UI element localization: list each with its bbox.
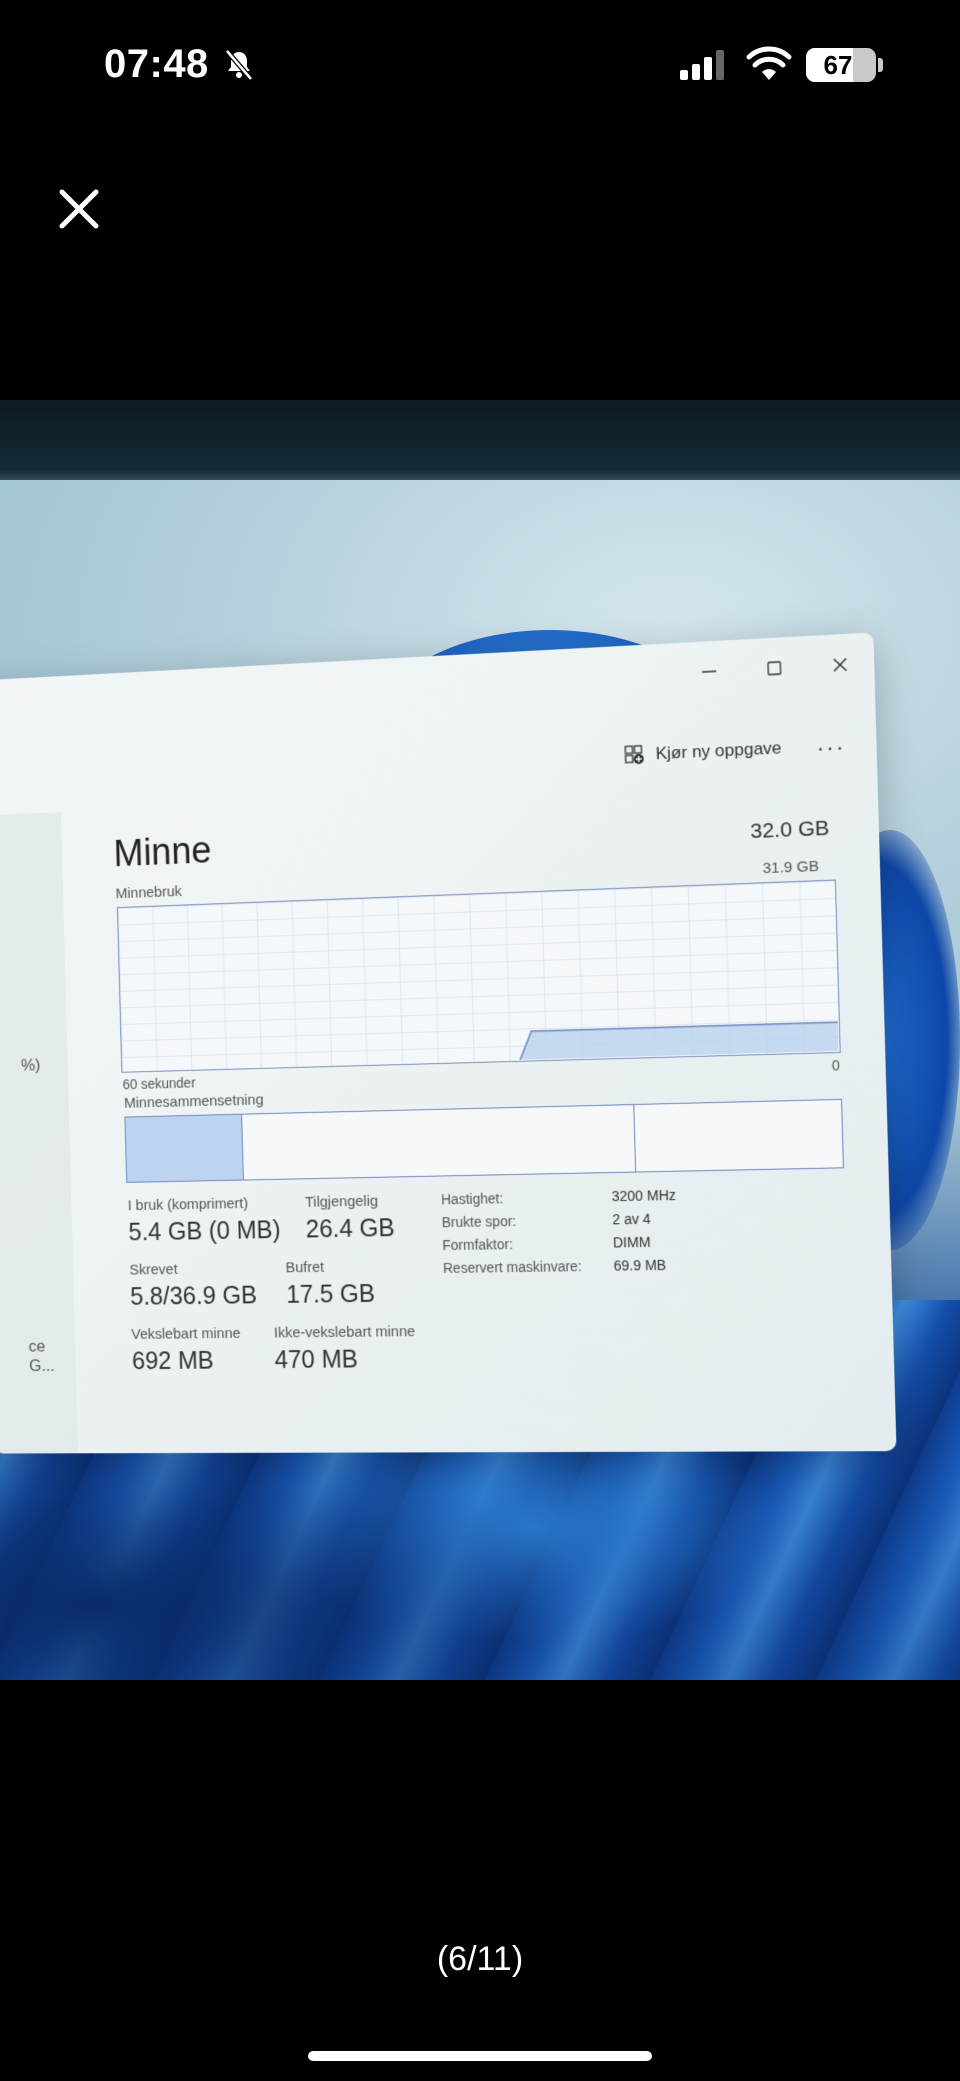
graph-x-left-label: 60 sekunder (122, 1074, 196, 1093)
battery-icon: 67 (806, 48, 876, 82)
paged-pool-value: 692 MB (131, 1346, 214, 1376)
form-factor-value: DIMM (612, 1233, 651, 1251)
bell-slash-icon (225, 49, 253, 81)
nonpaged-pool-value: 470 MB (274, 1345, 359, 1374)
minimize-button[interactable] (693, 656, 724, 688)
paged-pool-label: Vekslebart minne (131, 1325, 241, 1343)
cached-label: Bufret (285, 1258, 325, 1277)
graph-x-right-label: 0 (831, 1057, 841, 1074)
photo: %) ce G... Kjør ny oppgave ··· Minne 32.… (0, 400, 960, 1680)
memory-usage-chart (118, 881, 839, 1071)
memory-usage-graph (116, 879, 841, 1073)
cached-value: 17.5 GB (285, 1279, 376, 1309)
new-task-icon (623, 744, 646, 767)
run-new-task-button[interactable]: Kjør ny oppgave (623, 737, 782, 767)
reserved-hardware-label: Reservert maskinvare: (442, 1258, 582, 1277)
available-label: Tilgjengelig (304, 1192, 379, 1211)
memory-composition-bar (124, 1098, 845, 1183)
speed-value: 3200 MHz (611, 1186, 677, 1205)
in-use-label: I bruk (komprimert) (127, 1195, 249, 1215)
committed-label: Skrevet (129, 1261, 178, 1279)
reserved-hardware-value: 69.9 MB (613, 1256, 667, 1274)
close-icon[interactable] (54, 184, 104, 234)
battery-nub (878, 58, 883, 72)
window-controls (693, 644, 856, 693)
home-indicator[interactable] (308, 2051, 652, 2061)
maximize-button[interactable] (759, 652, 791, 684)
left-pane-item[interactable]: ce G... (28, 1337, 76, 1376)
cellular-signal-icon (680, 50, 724, 80)
page-title: Minne (113, 829, 213, 876)
nonpaged-pool-label: Ikke-vekslebart minne (273, 1323, 416, 1342)
slots-used-label: Brukte spor: (441, 1212, 517, 1231)
composition-free (634, 1100, 843, 1172)
usage-area (519, 1022, 839, 1060)
left-pane-percent: %) (20, 1055, 41, 1075)
speed-label: Hastighet: (440, 1190, 504, 1208)
status-bar: 07:48 67 (0, 0, 960, 130)
usage-graph-max: 31.9 GB (762, 857, 820, 878)
task-manager-window: %) ce G... Kjør ny oppgave ··· Minne 32.… (0, 632, 897, 1454)
page-counter: (6/11) (436, 1940, 524, 1978)
run-new-task-label: Kjør ny oppgave (655, 738, 782, 764)
wifi-icon (746, 46, 792, 80)
left-pane: %) ce G... (0, 812, 79, 1454)
maximize-icon (765, 659, 784, 678)
close-icon (831, 655, 850, 674)
in-use-value: 5.4 GB (0 MB) (128, 1216, 281, 1247)
available-value: 26.4 GB (305, 1214, 396, 1244)
battery-percent: 67 (823, 50, 853, 80)
committed-value: 5.8/36.9 GB (129, 1281, 258, 1311)
composition-cached (242, 1105, 636, 1180)
form-factor-label: Formfaktor: (442, 1236, 514, 1254)
composition-in-use (125, 1114, 245, 1182)
slots-used-value: 2 av 4 (612, 1210, 651, 1228)
minimize-icon (700, 662, 719, 681)
composition-label: Minnesammensetning (123, 1091, 264, 1112)
close-window-button[interactable] (824, 649, 856, 681)
memory-total: 32.0 GB (749, 816, 830, 844)
status-time: 07:48 (104, 42, 209, 86)
more-options-button[interactable]: ··· (816, 734, 846, 762)
usage-graph-label: Minnebruk (115, 883, 182, 903)
